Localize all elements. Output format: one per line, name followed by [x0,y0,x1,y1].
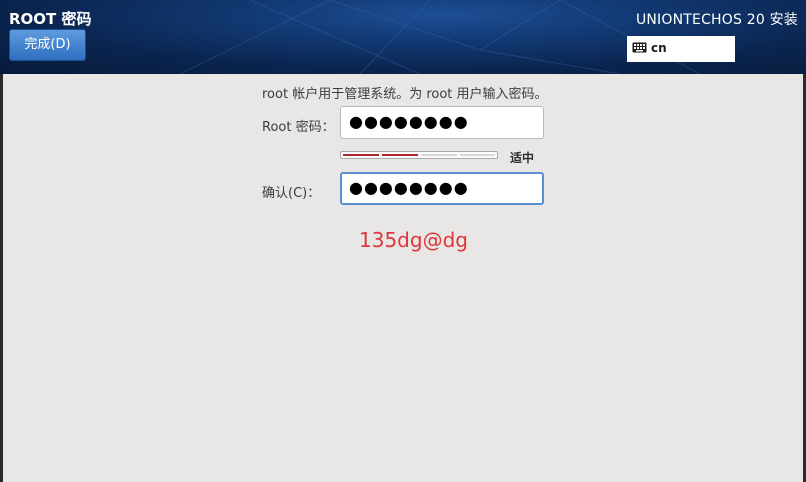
confirm-password-input[interactable]: ●●●●●●●● [340,172,544,205]
strength-segment-1 [343,154,379,156]
strength-label: 适中 [510,151,535,165]
header-bar: ROOT 密码 完成(D) UNIONTECHOS 20 安装 cn [0,0,806,74]
root-password-input[interactable]: ●●●●●●●● [340,106,544,139]
strength-segment-4 [460,154,495,156]
keyboard-icon [632,42,647,53]
root-password-label: Root 密码： [262,120,335,135]
instructions-text: root 帐户用于管理系统。为 root 用户输入密码。 [262,87,548,102]
annotation-text: 135dg@dg [359,228,468,252]
strength-segment-3 [421,154,457,156]
done-button[interactable]: 完成(D) [9,29,86,61]
keyboard-layout-label: cn [651,41,667,55]
product-title: UNIONTECHOS 20 安装 [635,12,798,28]
password-strength-bar [340,151,498,159]
keyboard-layout-indicator[interactable]: cn [627,36,735,62]
page-title: ROOT 密码 [9,10,92,28]
confirm-password-label: 确认(C)： [262,186,321,201]
strength-segment-2 [382,154,418,156]
